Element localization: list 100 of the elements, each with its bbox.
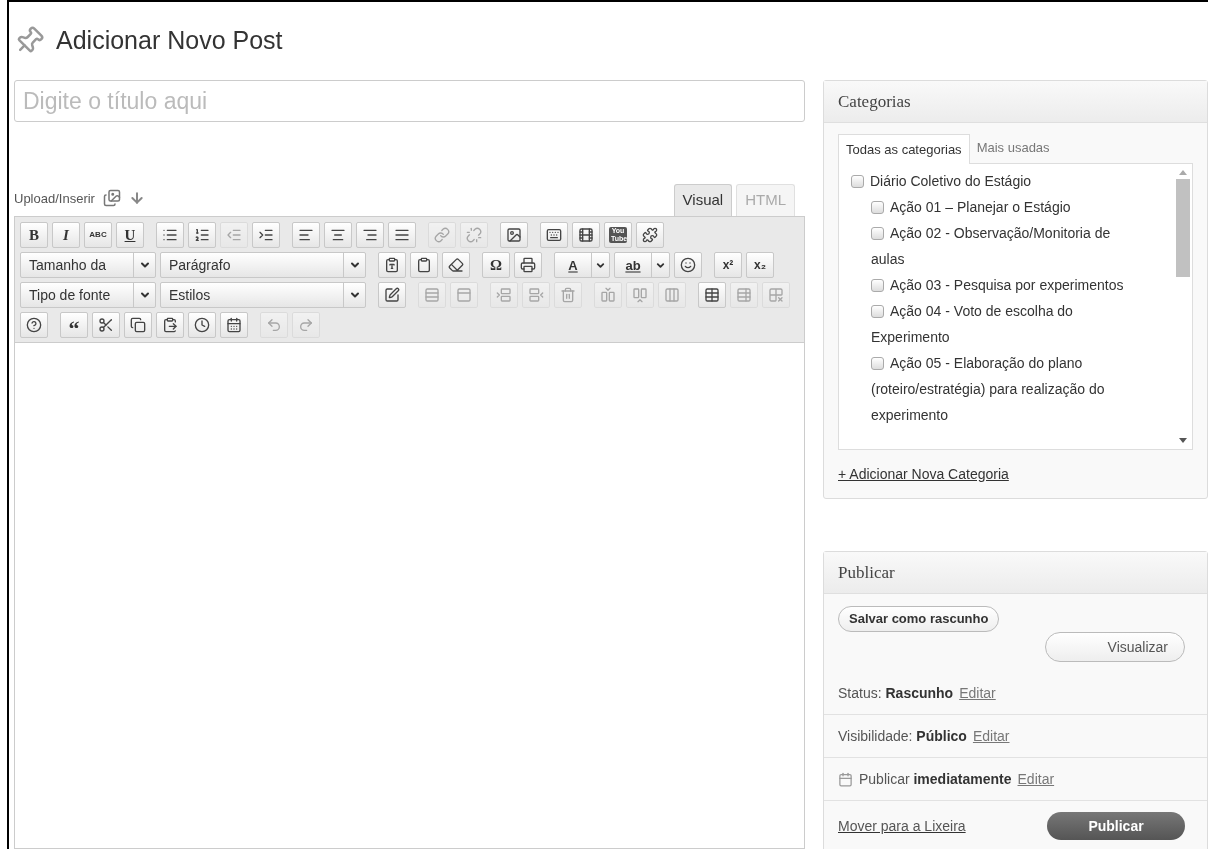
film-icon bbox=[578, 227, 594, 243]
edit-link[interactable]: Editar bbox=[959, 682, 996, 704]
script-button[interactable]: x₂ bbox=[746, 252, 774, 278]
table-delete-icon bbox=[768, 287, 784, 303]
eraser-icon bbox=[448, 257, 464, 273]
kitchen-button[interactable] bbox=[540, 222, 568, 248]
align-justify-button[interactable] bbox=[388, 222, 416, 248]
copy-button[interactable] bbox=[124, 312, 152, 338]
save-draft-button[interactable]: Salvar como rascunho bbox=[838, 606, 1000, 632]
color-dropdown[interactable]: A bbox=[554, 252, 610, 278]
upload-label: Upload/Inserir bbox=[14, 189, 95, 208]
category-tab[interactable]: Mais usadas bbox=[969, 133, 1057, 163]
table-columns-icon bbox=[664, 287, 680, 303]
publish-button[interactable]: Publicar bbox=[1047, 812, 1185, 840]
calendar-icon bbox=[838, 771, 853, 787]
checkbox[interactable] bbox=[871, 305, 884, 318]
insert-row-icon bbox=[528, 287, 544, 303]
title-field[interactable]: Digite o título aqui bbox=[14, 80, 805, 122]
outdent-icon bbox=[226, 227, 242, 243]
help-icon bbox=[26, 317, 42, 333]
clipboard-icon bbox=[416, 257, 432, 273]
bold-button[interactable]: B bbox=[20, 222, 48, 248]
puzzle-button[interactable] bbox=[636, 222, 664, 248]
strike-button[interactable]: ABC bbox=[84, 222, 112, 248]
indent-button[interactable] bbox=[252, 222, 280, 248]
align-center-button[interactable] bbox=[324, 222, 352, 248]
numbers-button[interactable] bbox=[188, 222, 216, 248]
image-button[interactable] bbox=[500, 222, 528, 248]
cut-button[interactable] bbox=[92, 312, 120, 338]
eraser-button[interactable] bbox=[442, 252, 470, 278]
insert-row-icon bbox=[496, 287, 512, 303]
paste-word-button[interactable] bbox=[410, 252, 438, 278]
help-button[interactable] bbox=[20, 312, 48, 338]
image-icon bbox=[506, 227, 522, 243]
table-icon bbox=[704, 287, 720, 303]
align-right-icon bbox=[362, 227, 378, 243]
checkbox[interactable] bbox=[871, 279, 884, 292]
clipboard-text-icon bbox=[384, 257, 400, 273]
paste-text-button[interactable] bbox=[378, 252, 406, 278]
trash-link[interactable]: Mover para a Lixeira bbox=[838, 815, 966, 837]
table-rows-icon bbox=[424, 287, 440, 303]
table-button[interactable] bbox=[698, 282, 726, 308]
bullets-button[interactable] bbox=[156, 222, 184, 248]
category-option[interactable]: Ação 03 - Pesquisa por experimentos bbox=[839, 272, 1140, 298]
format-dropdown[interactable]: Parágrafo bbox=[160, 252, 366, 278]
italic-button[interactable]: I bbox=[52, 222, 80, 248]
bullet-list-icon bbox=[162, 227, 178, 243]
underline-button[interactable]: U bbox=[116, 222, 144, 248]
media-icon[interactable] bbox=[102, 189, 121, 208]
checkbox[interactable] bbox=[851, 175, 864, 188]
smile-button[interactable] bbox=[674, 252, 702, 278]
checkbox[interactable] bbox=[871, 201, 884, 214]
omega-button[interactable]: Ω bbox=[482, 252, 510, 278]
smiley-icon bbox=[680, 257, 696, 273]
paste-button[interactable] bbox=[156, 312, 184, 338]
category-option[interactable]: Ação 02 - Observação/Monitoria de aulas bbox=[839, 220, 1140, 272]
editor-tab[interactable]: Visual bbox=[673, 184, 733, 216]
format-dropdown[interactable]: Estilos bbox=[160, 282, 366, 308]
edit-style-button[interactable] bbox=[378, 282, 406, 308]
category-tab[interactable]: Todas as categorias bbox=[838, 134, 970, 164]
status-text: Visibilidade: Público bbox=[838, 726, 967, 746]
calendar-button[interactable] bbox=[220, 312, 248, 338]
edit-link[interactable]: Editar bbox=[972, 725, 1010, 747]
indent-icon bbox=[258, 227, 274, 243]
scissors-icon bbox=[98, 317, 114, 333]
category-option[interactable]: Diário Coletivo do Estágio bbox=[839, 168, 1140, 194]
pencil-square-icon bbox=[384, 287, 400, 303]
align-justify-icon bbox=[394, 227, 410, 243]
trash-icon bbox=[560, 287, 576, 303]
category-option[interactable]: Ação 01 – Planejar o Estágio bbox=[839, 194, 1140, 220]
scroll-up-icon[interactable] bbox=[1179, 170, 1187, 175]
checkbox[interactable] bbox=[871, 357, 884, 370]
script-button[interactable]: x² bbox=[714, 252, 742, 278]
align-left-button[interactable] bbox=[292, 222, 320, 248]
category-option[interactable]: Ação 04 - Voto de escolha do Experimento bbox=[839, 298, 1140, 350]
clock-button[interactable] bbox=[188, 312, 216, 338]
scroll-down-icon[interactable] bbox=[1179, 438, 1187, 443]
color-dropdown[interactable]: ab bbox=[614, 252, 670, 278]
unlink-icon bbox=[466, 227, 482, 243]
quote-button[interactable]: “ bbox=[60, 312, 88, 338]
category-option[interactable]: Ação 05 - Elaboração do plano (roteiro/estratégia) para realização do experimento bbox=[839, 350, 1140, 428]
align-right-button[interactable] bbox=[356, 222, 384, 248]
align-left-icon bbox=[298, 227, 314, 243]
format-dropdown[interactable]: Tamanho da bbox=[20, 252, 156, 278]
align-center-icon bbox=[330, 227, 346, 243]
print-button[interactable] bbox=[514, 252, 542, 278]
format-dropdown[interactable]: Tipo de fonte bbox=[20, 282, 156, 308]
edit-link[interactable]: Editar bbox=[1017, 768, 1055, 790]
checkbox[interactable] bbox=[871, 227, 884, 240]
preview-button[interactable]: Visualizar bbox=[1045, 632, 1185, 662]
page-title: Adicionar Novo Post bbox=[56, 25, 283, 57]
numbered-list-icon bbox=[194, 227, 210, 243]
keyboard-icon bbox=[546, 227, 562, 243]
add-category-link[interactable]: + Adicionar Nova Categoria bbox=[838, 466, 1009, 482]
copy-icon bbox=[130, 317, 146, 333]
insert-column-icon bbox=[632, 287, 648, 303]
scrollbar-thumb[interactable] bbox=[1176, 179, 1190, 277]
status-text: Status: Rascunho bbox=[838, 683, 954, 703]
status-text: Publicar imediatamente bbox=[859, 769, 1012, 789]
film-button[interactable] bbox=[572, 222, 600, 248]
